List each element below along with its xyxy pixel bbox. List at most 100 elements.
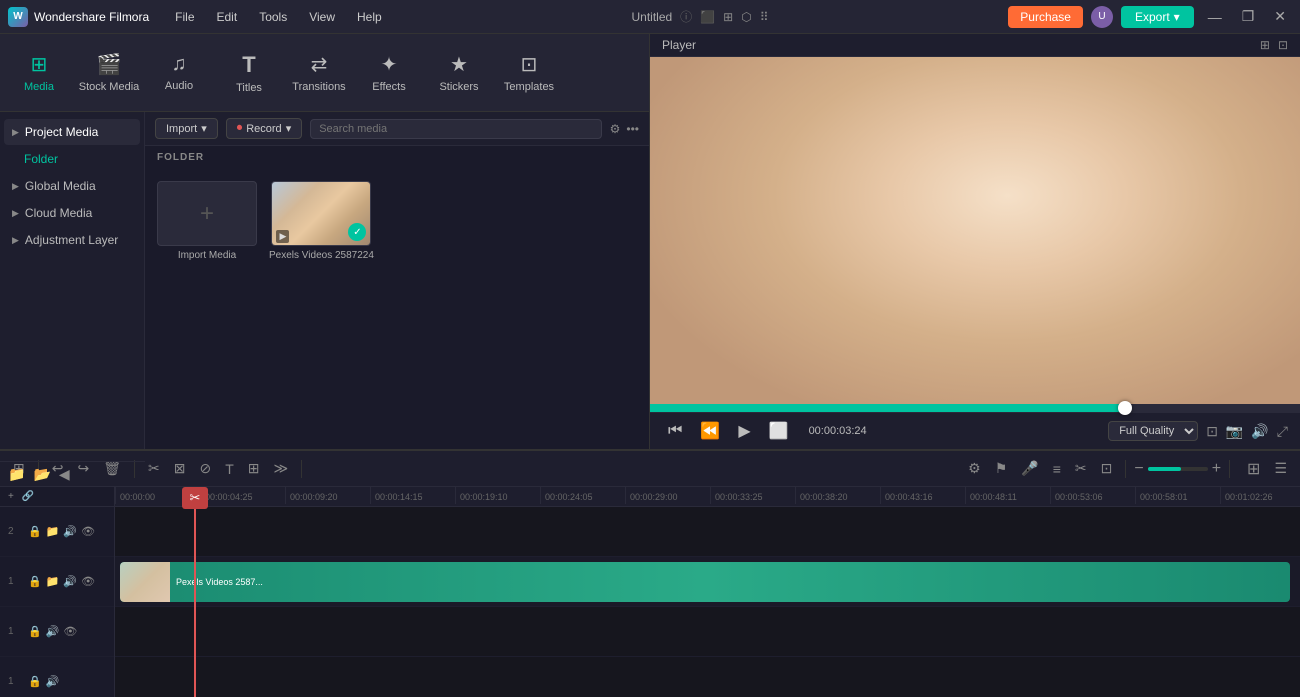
lock-icon-v1[interactable]: 🔒: [28, 575, 42, 588]
nav-templates[interactable]: ⊡ Templates: [494, 38, 564, 108]
zoom-slider[interactable]: [1148, 467, 1208, 471]
zoom-in-button[interactable]: +: [1212, 460, 1221, 478]
zoom-out-button[interactable]: −: [1134, 460, 1143, 478]
separator3: [301, 460, 302, 478]
mic-icon[interactable]: 🎤: [1016, 457, 1043, 480]
timeline-tracks[interactable]: 00:00:00 00:00:04:25 00:00:09:20 00:00:1…: [115, 487, 1300, 697]
crop-button[interactable]: ⊠: [169, 457, 191, 480]
clip-label: Pexels Videos 2587...: [170, 575, 269, 589]
nav-stickers[interactable]: ★ Stickers: [424, 38, 494, 108]
user-avatar[interactable]: U: [1091, 6, 1113, 28]
play-button[interactable]: ▶: [732, 419, 756, 443]
volume-icon-a1[interactable]: 🔊: [46, 625, 60, 638]
player-settings-icon[interactable]: ⊡: [1278, 38, 1288, 52]
nav-media[interactable]: ⊞ Media: [4, 38, 74, 108]
eye-icon-v1[interactable]: 👁: [81, 575, 95, 588]
search-input[interactable]: [310, 119, 601, 139]
sidebar-item-cloud-media[interactable]: ▶ Cloud Media: [4, 200, 140, 226]
menu-help[interactable]: Help: [347, 6, 392, 28]
player-progress-bar[interactable]: [650, 404, 1300, 412]
import-media-box[interactable]: +: [157, 181, 257, 246]
video-clip[interactable]: Pexels Videos 2587...: [120, 562, 1290, 602]
left-panel: ⊞ Media 🎬 Stock Media ♫ Audio T Titles ⇄: [0, 34, 650, 449]
titlebar-right: Purchase U Export ▾ — ❐ ✕: [1008, 6, 1292, 28]
insert-icon[interactable]: ⊡: [1096, 457, 1118, 480]
quality-select[interactable]: Full Quality 1/2 Quality 1/4 Quality: [1108, 421, 1198, 441]
nav-media-label: Media: [24, 81, 54, 93]
purchase-button[interactable]: Purchase: [1008, 6, 1083, 28]
nav-transitions[interactable]: ⇄ Transitions: [284, 38, 354, 108]
maximize-button[interactable]: ❐: [1236, 6, 1261, 27]
menu-tools[interactable]: Tools: [249, 6, 297, 28]
nav-stock[interactable]: 🎬 Stock Media: [74, 38, 144, 108]
track-labels: + 🔗 2 🔒 📁 🔊 👁 1 🔒: [0, 487, 115, 697]
more-options-button[interactable]: ⊞: [1242, 456, 1265, 482]
nav-templates-label: Templates: [504, 81, 554, 93]
apps-icon[interactable]: ⠿: [760, 10, 769, 24]
folder-icon-v1[interactable]: 📁: [46, 575, 60, 588]
arrow-icon: ▶: [12, 127, 19, 138]
export-button[interactable]: Export ▾: [1121, 6, 1194, 28]
arrow-icon-adjustment: ▶: [12, 235, 19, 246]
expand-player-icon[interactable]: ⊞: [1260, 38, 1270, 52]
snapshot-icon[interactable]: 📷: [1226, 423, 1243, 440]
more-icon[interactable]: •••: [626, 122, 639, 136]
frame-back-button[interactable]: ⏪: [694, 419, 726, 443]
sidebar-item-adjustment-layer[interactable]: ▶ Adjustment Layer: [4, 227, 140, 253]
share-icon[interactable]: ⬡: [741, 10, 751, 24]
pexels-media-box[interactable]: ✓ ▶: [271, 181, 371, 246]
text-button[interactable]: T: [220, 458, 239, 480]
track-row-video1[interactable]: Pexels Videos 2587...: [115, 557, 1300, 607]
menu-file[interactable]: File: [165, 6, 204, 28]
eye-icon-v2[interactable]: 👁: [81, 525, 95, 538]
volume-icon-a2[interactable]: 🔊: [46, 675, 60, 688]
settings-icon[interactable]: ⚙: [963, 457, 986, 480]
audio-adjust-button[interactable]: ⊞: [243, 457, 265, 480]
volume-icon-v1[interactable]: 🔊: [63, 575, 77, 588]
track-icons-a1: 🔒 🔊 👁: [28, 625, 77, 638]
monitor-icon[interactable]: ⬛: [700, 10, 715, 24]
menu-icon[interactable]: ☰: [1269, 457, 1292, 480]
link-icon[interactable]: 🔗: [22, 491, 34, 502]
marker-icon[interactable]: ⚑: [990, 457, 1013, 480]
minimize-button[interactable]: —: [1202, 7, 1228, 27]
nav-audio[interactable]: ♫ Audio: [144, 38, 214, 108]
ruler-mark-8: 00:00:38:20: [795, 487, 880, 504]
pexels-media-thumb[interactable]: ✓ ▶ Pexels Videos 2587224: [269, 181, 374, 261]
pip-icon[interactable]: ⊡: [1206, 423, 1218, 440]
track-icon[interactable]: ≡: [1048, 458, 1066, 480]
record-button[interactable]: ⏺ Record ▾: [226, 118, 303, 139]
disable-button[interactable]: ⊘: [194, 457, 216, 480]
cut-icon[interactable]: ✂: [1070, 457, 1092, 480]
player-controls: ⏮ ⏪ ▶ ⬜ 00:00:03:24 Full Quality 1/2 Qua…: [650, 412, 1300, 449]
step-back-button[interactable]: ⏮: [662, 420, 688, 442]
fullscreen-button[interactable]: ⬜: [763, 419, 795, 443]
playhead-line: [194, 507, 196, 697]
menu-edit[interactable]: Edit: [207, 6, 248, 28]
sidebar-item-project-media[interactable]: ▶ Project Media: [4, 119, 140, 145]
main-area: ⊞ Media 🎬 Stock Media ♫ Audio T Titles ⇄: [0, 34, 1300, 697]
split-button[interactable]: ✂: [143, 457, 165, 480]
track-icons-a2: 🔒 🔊: [28, 675, 59, 688]
import-media-thumb[interactable]: + Import Media: [157, 181, 257, 261]
lock-icon-v2[interactable]: 🔒: [28, 525, 42, 538]
filter-icon[interactable]: ⚙: [610, 122, 621, 136]
sidebar-item-global-media[interactable]: ▶ Global Media: [4, 173, 140, 199]
nav-titles[interactable]: T Titles: [214, 38, 284, 108]
folder-icon-v2[interactable]: 📁: [46, 525, 60, 538]
grid-icon[interactable]: ⊞: [723, 10, 733, 24]
lock-icon-a1[interactable]: 🔒: [28, 625, 42, 638]
nav-titles-label: Titles: [236, 82, 262, 94]
import-button[interactable]: Import ▾: [155, 118, 218, 139]
volume-icon[interactable]: 🔊: [1251, 423, 1268, 440]
eye-icon-a1[interactable]: 👁: [63, 625, 77, 638]
speed-button[interactable]: ≫: [268, 457, 293, 480]
sidebar-item-folder[interactable]: Folder: [4, 146, 140, 172]
close-button[interactable]: ✕: [1268, 6, 1292, 27]
volume-icon-v2[interactable]: 🔊: [63, 525, 77, 538]
lock-icon-a2[interactable]: 🔒: [28, 675, 42, 688]
nav-effects[interactable]: ✦ Effects: [354, 38, 424, 108]
player-progress-thumb[interactable]: [1118, 401, 1132, 415]
menu-view[interactable]: View: [299, 6, 345, 28]
zoom-fit-icon[interactable]: ⤢: [1277, 423, 1288, 440]
